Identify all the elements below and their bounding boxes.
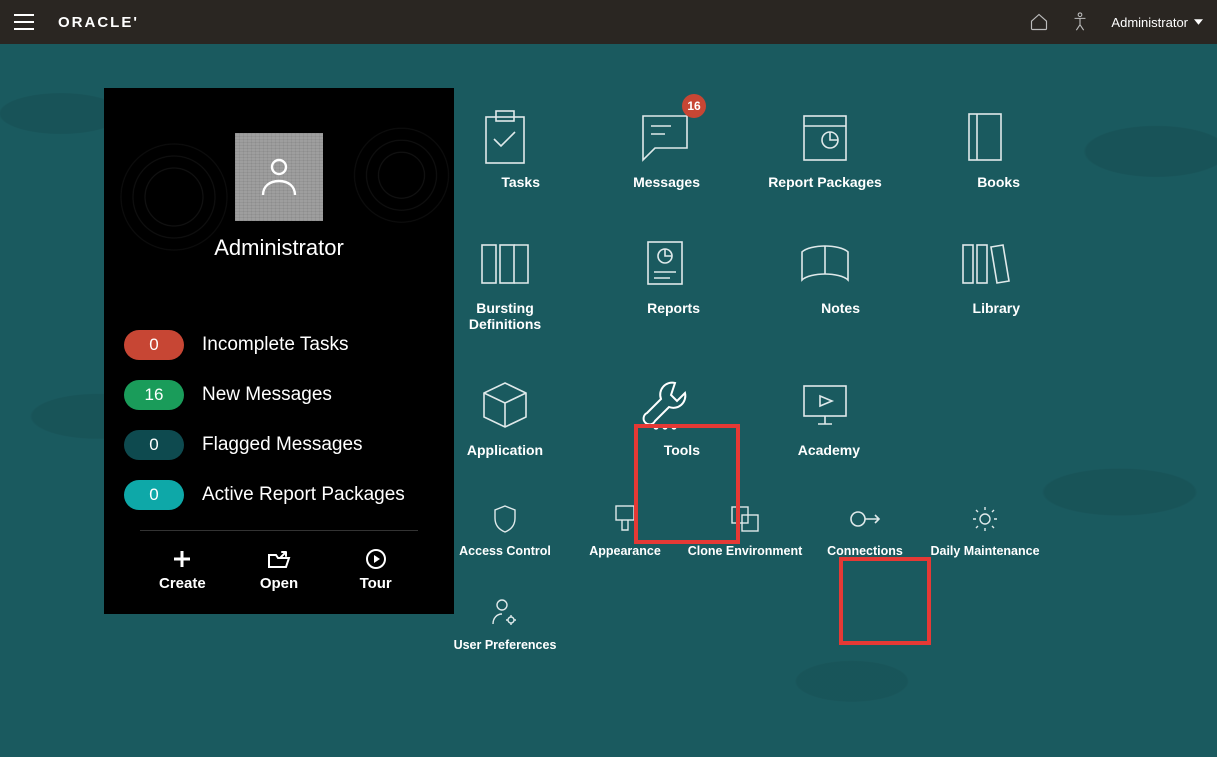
tile-label: Tasks — [501, 174, 540, 190]
notes-icon — [798, 240, 852, 286]
tiles-grid: Tasks 16 Messages Report Packages Books … — [470, 106, 1170, 688]
profile-card: Administrator 0 Incomplete Tasks 16 New … — [104, 88, 454, 614]
action-label: Tour — [327, 575, 424, 592]
tile-label: Appearance — [589, 544, 661, 558]
play-icon — [366, 549, 386, 569]
tile-label: Messages — [633, 174, 700, 190]
stat-incomplete-tasks[interactable]: 0 Incomplete Tasks — [124, 330, 434, 360]
tile-label: Bursting Definitions — [460, 300, 550, 332]
tile-label: Access Control — [459, 544, 551, 558]
tile-books[interactable]: Books — [950, 106, 1020, 192]
tile-label: Books — [977, 174, 1020, 190]
annotation-highlight-tools — [634, 424, 740, 544]
clipboard-icon — [482, 109, 528, 165]
stat-count: 0 — [124, 480, 184, 510]
tile-application[interactable]: Application — [470, 374, 540, 460]
tile-notes[interactable]: Notes — [790, 232, 860, 334]
tile-label: Daily Maintenance — [930, 544, 1039, 558]
tile-label: Reports — [647, 300, 700, 316]
tile-access-control[interactable]: Access Control — [470, 500, 540, 560]
user-gear-icon — [491, 598, 519, 628]
tile-label: Clone Environment — [688, 544, 803, 558]
user-dropdown[interactable]: Administrator — [1111, 15, 1203, 30]
reports-icon — [644, 238, 686, 288]
tile-label: User Preferences — [454, 638, 557, 652]
tile-user-preferences[interactable]: User Preferences — [470, 594, 540, 654]
stat-count: 16 — [124, 380, 184, 410]
stat-flagged-messages[interactable]: 0 Flagged Messages — [124, 430, 434, 460]
tile-bursting[interactable]: Bursting Definitions — [470, 232, 540, 334]
gear-icon — [971, 505, 999, 533]
avatar-area: Administrator — [104, 88, 454, 306]
create-action[interactable]: Create — [134, 549, 231, 592]
action-label: Create — [134, 575, 231, 592]
stat-count: 0 — [124, 330, 184, 360]
tile-label: Report Packages — [768, 174, 882, 190]
messages-badge: 16 — [682, 94, 706, 118]
stat-count: 0 — [124, 430, 184, 460]
stats-list: 0 Incomplete Tasks 16 New Messages 0 Fla… — [104, 306, 454, 614]
cube-icon — [480, 379, 530, 431]
tile-label: Connections — [827, 544, 903, 558]
app-header: ORACLE' Administrator — [0, 0, 1217, 44]
avatar — [235, 133, 323, 221]
home-icon[interactable] — [1029, 12, 1049, 32]
stat-label: Incomplete Tasks — [202, 334, 348, 356]
stat-active-report-packages[interactable]: 0 Active Report Packages — [124, 480, 434, 510]
report-package-icon — [800, 110, 850, 164]
stat-new-messages[interactable]: 16 New Messages — [124, 380, 434, 410]
tile-label: Academy — [798, 442, 860, 458]
bursting-icon — [478, 239, 532, 287]
tile-connections[interactable]: Connections — [830, 500, 900, 560]
open-icon — [267, 549, 291, 569]
tile-label: Notes — [821, 300, 860, 316]
chevron-down-icon — [1194, 19, 1203, 25]
hamburger-menu-icon[interactable] — [14, 14, 34, 30]
connection-icon — [849, 508, 881, 530]
brand-logo: ORACLE' — [58, 14, 139, 31]
tile-label: Application — [467, 442, 543, 458]
message-icon — [639, 112, 691, 162]
book-icon — [963, 110, 1007, 164]
tile-library[interactable]: Library — [950, 232, 1020, 334]
tile-daily-maintenance[interactable]: Daily Maintenance — [950, 500, 1020, 560]
plus-icon — [172, 549, 192, 569]
tile-label: Library — [973, 300, 1020, 316]
action-label: Open — [231, 575, 328, 592]
profile-name: Administrator — [214, 235, 344, 261]
stat-label: New Messages — [202, 384, 332, 406]
tile-reports[interactable]: Reports — [630, 232, 700, 334]
action-bar: Create Open Tour — [124, 531, 434, 614]
shield-icon — [492, 504, 518, 534]
tile-academy[interactable]: Academy — [790, 374, 860, 460]
open-action[interactable]: Open — [231, 549, 328, 592]
user-name: Administrator — [1111, 15, 1188, 30]
tile-messages[interactable]: 16 Messages — [630, 106, 700, 192]
tile-report-packages[interactable]: Report Packages — [790, 106, 860, 192]
annotation-highlight-connections — [839, 557, 931, 645]
tour-action[interactable]: Tour — [327, 549, 424, 592]
accessibility-icon[interactable] — [1071, 12, 1089, 32]
academy-icon — [798, 380, 852, 430]
tile-tasks[interactable]: Tasks — [470, 106, 540, 192]
stat-label: Flagged Messages — [202, 434, 363, 456]
stat-label: Active Report Packages — [202, 484, 405, 506]
library-icon — [959, 239, 1011, 287]
